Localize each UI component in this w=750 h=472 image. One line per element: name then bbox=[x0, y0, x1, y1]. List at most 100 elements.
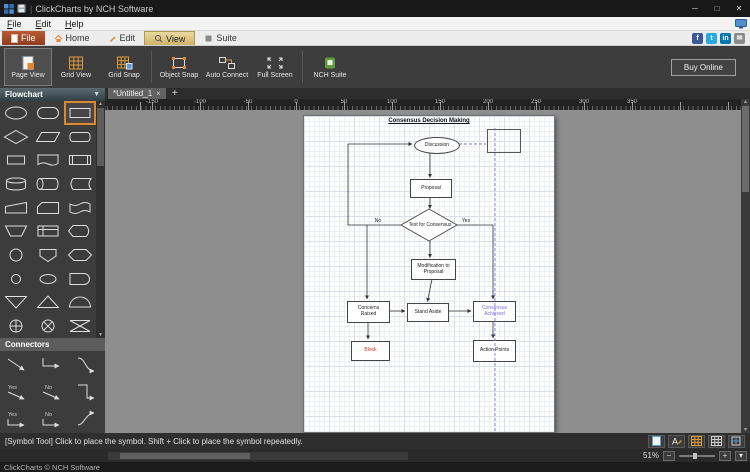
connector-straight[interactable] bbox=[0, 351, 35, 378]
email-icon[interactable]: ✉ bbox=[734, 32, 745, 44]
nch-suite-button[interactable]: NCH Suite bbox=[306, 48, 354, 86]
tab-home[interactable]: Home bbox=[45, 31, 99, 45]
shape-merge-triangle[interactable] bbox=[0, 291, 32, 315]
shape-decision-diamond[interactable] bbox=[0, 125, 32, 149]
shape-stored-data[interactable] bbox=[64, 172, 96, 196]
shape-or-junction[interactable] bbox=[0, 314, 32, 338]
page-view-icon bbox=[22, 55, 34, 70]
linkedin-icon[interactable]: in bbox=[720, 32, 731, 44]
grid-snap-toggle[interactable] bbox=[708, 434, 725, 448]
twitter-icon[interactable]: t bbox=[706, 32, 717, 44]
shape-delay[interactable] bbox=[64, 267, 96, 291]
close-button[interactable]: ✕ bbox=[728, 0, 750, 17]
scrollbar-thumb[interactable] bbox=[742, 106, 749, 192]
shape-collate[interactable] bbox=[64, 314, 96, 338]
tab-file[interactable]: File bbox=[2, 31, 45, 45]
node-modification[interactable]: Modification to Proposal bbox=[411, 259, 456, 280]
scroll-up-icon[interactable]: ▲ bbox=[98, 101, 103, 107]
shape-category-select[interactable]: Flowchart ▼ bbox=[0, 88, 105, 101]
window-switch-icon[interactable] bbox=[735, 18, 747, 29]
object-snap-toggle[interactable] bbox=[728, 434, 745, 448]
connector-curve[interactable] bbox=[70, 351, 105, 378]
shape-off-page-connector[interactable] bbox=[32, 243, 64, 267]
connector-straight-no[interactable]: No bbox=[35, 378, 70, 405]
save-icon[interactable] bbox=[17, 4, 26, 13]
horizontal-scrollbar[interactable] bbox=[108, 451, 408, 460]
shape-connector-circle[interactable] bbox=[0, 243, 32, 267]
scrollbar-thumb[interactable] bbox=[97, 108, 104, 166]
shape-preparation-hexagon[interactable] bbox=[64, 243, 96, 267]
connector-elbow[interactable] bbox=[35, 351, 70, 378]
page-view-button[interactable]: Page View bbox=[4, 48, 52, 86]
node-block[interactable]: Block bbox=[351, 341, 390, 361]
buy-online-button[interactable]: Buy Online bbox=[670, 58, 736, 76]
zoom-menu-chevron-icon[interactable]: ▾ bbox=[735, 450, 747, 461]
grid-view-icon bbox=[69, 56, 83, 69]
shape-manual-input[interactable] bbox=[0, 196, 32, 220]
close-tab-icon[interactable]: × bbox=[156, 89, 161, 98]
zoom-slider-thumb[interactable] bbox=[693, 452, 697, 459]
node-action-points[interactable]: Action Points bbox=[473, 340, 516, 362]
shape-punched-tape[interactable] bbox=[64, 196, 96, 220]
connector-elbow-yes[interactable]: Yes bbox=[0, 405, 35, 432]
document-tab[interactable]: *Untitled_1 × bbox=[108, 88, 166, 99]
scroll-up-icon[interactable]: ▲ bbox=[743, 99, 748, 105]
scrollbar-thumb[interactable] bbox=[120, 452, 250, 459]
object-snap-button[interactable]: Object Snap bbox=[155, 48, 203, 86]
shape-alternate-process[interactable] bbox=[64, 125, 96, 149]
menu-file[interactable]: File bbox=[0, 17, 29, 30]
connector-curve-alt[interactable] bbox=[70, 405, 105, 432]
text-edit-toggle[interactable]: A bbox=[668, 434, 685, 448]
grid-snap-button[interactable]: Grid Snap bbox=[100, 48, 148, 86]
minimize-button[interactable]: ─ bbox=[684, 0, 706, 17]
menu-edit[interactable]: Edit bbox=[29, 17, 59, 30]
node-stand-aside[interactable]: Stand Aside bbox=[407, 303, 449, 322]
connector-straight-yes[interactable]: Yes bbox=[0, 378, 35, 405]
node-proposal[interactable]: Proposal bbox=[410, 179, 452, 198]
zoom-slider[interactable] bbox=[679, 452, 715, 459]
menu-help[interactable]: Help bbox=[58, 17, 91, 30]
shape-internal-storage[interactable] bbox=[32, 219, 64, 243]
shape-card[interactable] bbox=[32, 196, 64, 220]
auto-connect-button[interactable]: Auto Connect bbox=[203, 48, 251, 86]
connector-elbow-alt[interactable] bbox=[70, 378, 105, 405]
shape-extract-triangle[interactable] bbox=[32, 291, 64, 315]
shape-process[interactable] bbox=[0, 148, 32, 172]
node-concerns-raised[interactable]: Concerns Raised bbox=[347, 301, 390, 323]
tab-suite[interactable]: Suite bbox=[195, 31, 246, 45]
shape-data-parallelogram[interactable] bbox=[32, 125, 64, 149]
connectors-header[interactable]: Connectors bbox=[0, 338, 105, 351]
tab-edit[interactable]: Edit bbox=[99, 31, 145, 45]
shape-magnetic-disk[interactable] bbox=[0, 172, 32, 196]
fit-page-toggle[interactable] bbox=[648, 434, 665, 448]
sidebar-scrollbar[interactable]: ▲ ▼ bbox=[96, 101, 105, 338]
maximize-button[interactable]: □ bbox=[706, 0, 728, 17]
new-tab-button[interactable]: + bbox=[172, 88, 178, 99]
shape-manual-operation[interactable] bbox=[0, 219, 32, 243]
zoom-out-button[interactable]: − bbox=[663, 450, 675, 461]
facebook-icon[interactable]: f bbox=[692, 32, 703, 44]
shape-terminator[interactable] bbox=[0, 101, 32, 125]
grid-view-button[interactable]: Grid View bbox=[52, 48, 100, 86]
shape-predefined-process[interactable] bbox=[64, 148, 96, 172]
full-screen-button[interactable]: Full Screen bbox=[251, 48, 299, 86]
vertical-scrollbar[interactable]: ▲ ▼ bbox=[741, 99, 750, 433]
document-page[interactable]: Consensus Decision Making No Yes Discuss… bbox=[303, 115, 555, 433]
shape-direct-access-storage[interactable] bbox=[32, 172, 64, 196]
grid-view-toggle[interactable] bbox=[688, 434, 705, 448]
shape-small-ellipse[interactable] bbox=[32, 267, 64, 291]
node-discussion[interactable]: Discussion bbox=[414, 137, 460, 154]
tab-view[interactable]: View bbox=[144, 31, 196, 45]
shape-display[interactable] bbox=[64, 219, 96, 243]
node-test-label[interactable]: Test for Consensus bbox=[402, 217, 458, 235]
shape-rectangle-selected[interactable] bbox=[64, 101, 96, 125]
drawing-canvas[interactable]: Consensus Decision Making No Yes Discuss… bbox=[105, 110, 741, 433]
node-consensus-achieved[interactable]: Consensus Achieved bbox=[473, 301, 516, 322]
shape-rounded-rectangle[interactable] bbox=[32, 101, 64, 125]
shape-semicircle[interactable] bbox=[64, 291, 96, 315]
shape-small-circle[interactable] bbox=[0, 267, 32, 291]
zoom-in-button[interactable]: + bbox=[719, 450, 731, 461]
connector-elbow-no[interactable]: No bbox=[35, 405, 70, 432]
shape-document[interactable] bbox=[32, 148, 64, 172]
shape-summing-junction[interactable] bbox=[32, 314, 64, 338]
